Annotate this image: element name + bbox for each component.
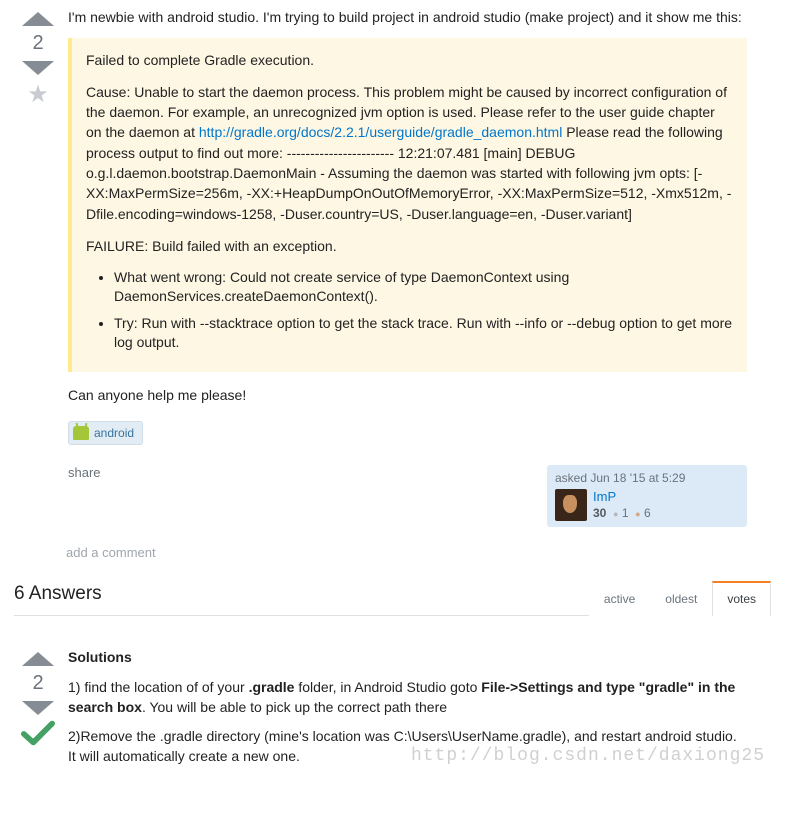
user-details: ImP 30 ● 1 ● 6 xyxy=(593,489,651,521)
answer-p1-b: .gradle xyxy=(249,679,295,695)
favorite-star-icon[interactable]: ★ xyxy=(8,83,68,107)
tab-votes[interactable]: votes xyxy=(712,581,771,616)
answer-p2: 2)Remove the .gradle directory (mine's l… xyxy=(68,727,747,766)
accepted-check-icon[interactable] xyxy=(8,719,68,753)
error-blockquote: Failed to complete Gradle execution. Cau… xyxy=(68,38,747,372)
question-outro: Can anyone help me please! xyxy=(68,386,747,406)
bronze-badge-count: 6 xyxy=(644,506,651,520)
bronze-badge-icon: ● xyxy=(635,509,640,519)
vote-column: 2 ★ xyxy=(8,8,68,527)
asked-timestamp: Jun 18 '15 at 5:29 xyxy=(590,471,685,485)
quote-list-item: Try: Run with --stacktrace option to get… xyxy=(114,314,733,352)
asked-time: asked Jun 18 '15 at 5:29 xyxy=(555,471,739,485)
answer-body: Solutions 1) find the location of of you… xyxy=(68,648,777,776)
answer: 2 Solutions 1) find the location of of y… xyxy=(0,640,785,776)
user-card: asked Jun 18 '15 at 5:29 ImP 30 ● 1 ● 6 xyxy=(547,465,747,527)
user-row: ImP 30 ● 1 ● 6 xyxy=(555,489,739,521)
post-text: Solutions 1) find the location of of you… xyxy=(68,648,747,766)
tag-android[interactable]: android xyxy=(68,421,143,445)
quote-list: What went wrong: Could not create servic… xyxy=(114,268,733,352)
answers-count-header: 6 Answers xyxy=(14,583,102,615)
silver-badge-icon: ● xyxy=(613,509,618,519)
share-link[interactable]: share xyxy=(68,465,101,480)
post-text: I'm newbie with android studio. I'm tryi… xyxy=(68,8,747,405)
tag-label: android xyxy=(94,426,134,440)
upvote-button[interactable] xyxy=(22,652,54,666)
downvote-button[interactable] xyxy=(22,61,54,75)
quote-line-2: Cause: Unable to start the daemon proces… xyxy=(86,82,733,224)
user-stats: 30 ● 1 ● 6 xyxy=(593,506,651,520)
sort-tabs: active oldest votes xyxy=(589,581,771,615)
downvote-button[interactable] xyxy=(22,701,54,715)
avatar[interactable] xyxy=(555,489,587,521)
question-intro: I'm newbie with android studio. I'm tryi… xyxy=(68,8,747,28)
tab-active[interactable]: active xyxy=(589,581,650,616)
answers-header-row: 6 Answers active oldest votes xyxy=(14,574,771,616)
question: 2 ★ I'm newbie with android studio. I'm … xyxy=(0,0,785,527)
add-comment-link[interactable]: add a comment xyxy=(66,545,785,560)
vote-score: 2 xyxy=(8,672,68,695)
check-svg xyxy=(21,719,55,747)
reputation: 30 xyxy=(593,506,606,520)
answer-p1: 1) find the location of of your .gradle … xyxy=(68,678,747,717)
quote-line-1: Failed to complete Gradle execution. xyxy=(86,50,733,70)
answer-p1-c: folder, in Android Studio goto xyxy=(294,679,481,695)
vote-score: 2 xyxy=(8,32,68,55)
asked-prefix: asked xyxy=(555,471,590,485)
vote-column: 2 xyxy=(8,648,68,776)
answer-p1-e: . You will be able to pick up the correc… xyxy=(142,699,447,715)
gradle-docs-link[interactable]: http://gradle.org/docs/2.2.1/userguide/g… xyxy=(199,124,562,140)
tab-oldest[interactable]: oldest xyxy=(650,581,712,616)
silver-badge-count: 1 xyxy=(622,506,629,520)
quote-line-3: FAILURE: Build failed with an exception. xyxy=(86,236,733,256)
post-footer: share asked Jun 18 '15 at 5:29 ImP 30 ● … xyxy=(68,465,747,527)
quote-list-item: What went wrong: Could not create servic… xyxy=(114,268,733,306)
user-name-link[interactable]: ImP xyxy=(593,489,651,504)
answer-p1-a: 1) find the location of of your xyxy=(68,679,249,695)
question-body: I'm newbie with android studio. I'm tryi… xyxy=(68,8,777,527)
upvote-button[interactable] xyxy=(22,12,54,26)
answer-heading: Solutions xyxy=(68,648,747,668)
android-icon xyxy=(73,426,89,440)
